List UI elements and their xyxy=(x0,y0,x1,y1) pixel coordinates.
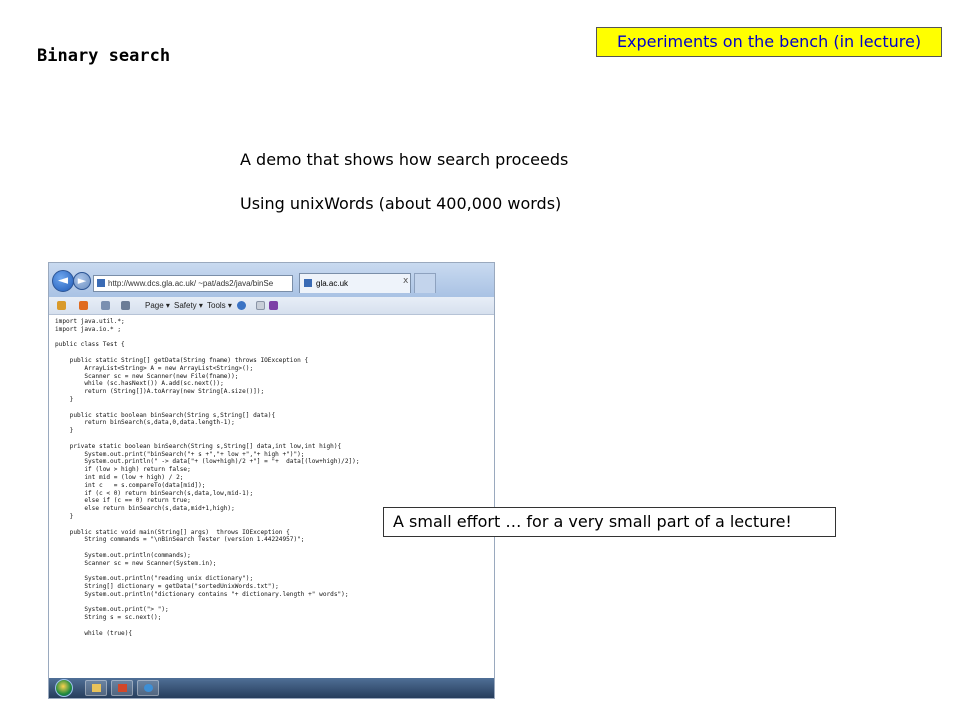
start-button-icon[interactable] xyxy=(55,679,73,697)
banner: Experiments on the bench (in lecture) xyxy=(596,27,942,57)
forward-button[interactable]: ► xyxy=(73,272,91,290)
browser-screenshot: ◄ ► http://www.dcs.gla.ac.uk/ ~pat/ads2/… xyxy=(48,262,495,699)
address-text: http://www.dcs.gla.ac.uk/ ~pat/ads2/java… xyxy=(108,279,274,288)
home-icon[interactable] xyxy=(57,301,66,310)
tab-favicon-icon xyxy=(304,279,312,287)
safety-menu[interactable]: Safety ▾ xyxy=(174,297,203,314)
mail-icon[interactable] xyxy=(101,301,110,310)
feeds-icon[interactable] xyxy=(79,301,88,310)
powerpoint-icon xyxy=(118,684,127,692)
tab-close-icon[interactable]: x xyxy=(403,276,408,286)
back-button[interactable]: ◄ xyxy=(52,270,74,292)
code-viewer: import java.util.*; import java.io.* ; p… xyxy=(49,315,494,679)
windows-taskbar xyxy=(49,678,494,698)
back-arrow-icon: ◄ xyxy=(58,273,68,288)
slide-title: Binary search xyxy=(37,46,171,66)
addon-icon[interactable] xyxy=(256,301,265,310)
browser-toolbar: Page ▾ Safety ▾ Tools ▾ xyxy=(49,297,494,315)
internet-explorer-icon xyxy=(144,684,153,692)
browser-titlebar: ◄ ► http://www.dcs.gla.ac.uk/ ~pat/ads2/… xyxy=(49,263,494,297)
page-menu[interactable]: Page ▾ xyxy=(145,297,170,314)
folder-icon xyxy=(92,684,101,692)
address-bar[interactable]: http://www.dcs.gla.ac.uk/ ~pat/ads2/java… xyxy=(93,275,293,292)
taskbar-explorer-button[interactable] xyxy=(85,680,107,696)
text-line-demo: A demo that shows how search proceeds xyxy=(240,150,569,169)
taskbar-ie-button[interactable] xyxy=(137,680,159,696)
taskbar-powerpoint-button[interactable] xyxy=(111,680,133,696)
favicon-icon xyxy=(97,279,105,287)
browser-tab[interactable]: gla.ac.uk xyxy=(299,273,411,293)
new-tab-button[interactable] xyxy=(414,273,436,293)
forward-arrow-icon: ► xyxy=(77,274,87,287)
help-icon[interactable] xyxy=(237,301,246,310)
text-line-unixwords: Using unixWords (about 400,000 words) xyxy=(240,194,562,213)
tools-menu[interactable]: Tools ▾ xyxy=(207,297,232,314)
callout-box: A small effort … for a very small part o… xyxy=(383,507,836,537)
print-icon[interactable] xyxy=(121,301,130,310)
tab-title: gla.ac.uk xyxy=(316,279,349,288)
java-source-code: import java.util.*; import java.io.* ; p… xyxy=(55,318,360,637)
onenote-icon[interactable] xyxy=(269,301,278,310)
